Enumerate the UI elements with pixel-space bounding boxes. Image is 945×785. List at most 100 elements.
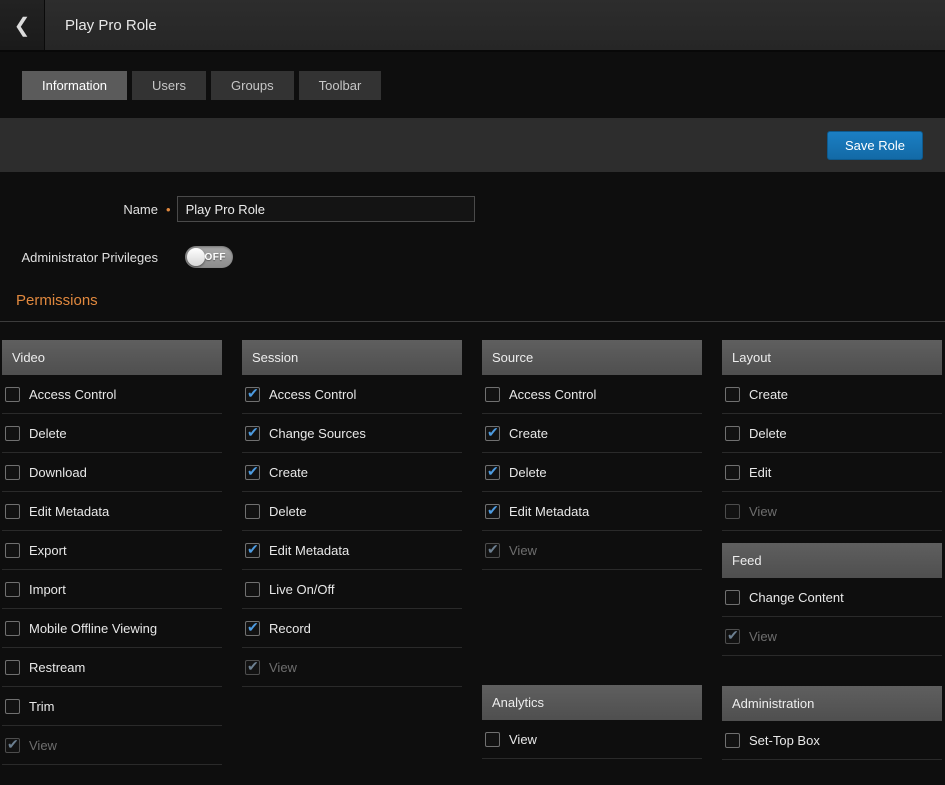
permission-label: Trim bbox=[29, 699, 55, 714]
divider bbox=[0, 321, 945, 322]
checkbox-session-record[interactable] bbox=[245, 621, 260, 636]
checkbox-source-delete[interactable] bbox=[485, 465, 500, 480]
permission-row-layout-create[interactable]: Create bbox=[722, 375, 942, 414]
checkbox-video-import[interactable] bbox=[5, 582, 20, 597]
group-header-feed: Feed bbox=[722, 543, 942, 578]
checkbox-video-export[interactable] bbox=[5, 543, 20, 558]
permission-row-session-record[interactable]: Record bbox=[242, 609, 462, 648]
name-label: Name bbox=[0, 202, 158, 217]
permission-row-source-create[interactable]: Create bbox=[482, 414, 702, 453]
checkbox-layout-create[interactable] bbox=[725, 387, 740, 402]
save-role-button[interactable]: Save Role bbox=[827, 131, 923, 160]
permission-group-session: Session Access Control Change Sources Creat… bbox=[242, 340, 462, 687]
checkbox-source-edit-metadata[interactable] bbox=[485, 504, 500, 519]
group-header-layout: Layout bbox=[722, 340, 942, 375]
permission-row-feed-change-content[interactable]: Change Content bbox=[722, 578, 942, 617]
permission-row-analytics-view[interactable]: View bbox=[482, 720, 702, 759]
checkbox-feed-change-content[interactable] bbox=[725, 590, 740, 605]
checkbox-analytics-view[interactable] bbox=[485, 732, 500, 747]
checkbox-administration-set-top-box[interactable] bbox=[725, 733, 740, 748]
permission-row-session-create[interactable]: Create bbox=[242, 453, 462, 492]
permission-row-video-mobile-offline-viewing[interactable]: Mobile Offline Viewing bbox=[2, 609, 222, 648]
permission-label: View bbox=[749, 504, 777, 519]
permissions-column-3: Source Access Control CreateDelete Edit Met… bbox=[482, 340, 702, 759]
checkbox-layout-delete[interactable] bbox=[725, 426, 740, 441]
permission-row-session-view: View bbox=[242, 648, 462, 687]
back-button[interactable]: ❮ bbox=[0, 0, 45, 50]
permission-row-video-import[interactable]: Import bbox=[2, 570, 222, 609]
checkbox-video-download[interactable] bbox=[5, 465, 20, 480]
checkbox-source-create[interactable] bbox=[485, 426, 500, 441]
permission-row-layout-edit[interactable]: Edit bbox=[722, 453, 942, 492]
group-header-session: Session bbox=[242, 340, 462, 375]
permission-label: Access Control bbox=[29, 387, 116, 402]
permission-label: Access Control bbox=[269, 387, 356, 402]
action-band: Save Role bbox=[0, 118, 945, 172]
permission-label: Export bbox=[29, 543, 67, 558]
checkbox-video-trim[interactable] bbox=[5, 699, 20, 714]
checkbox-session-edit-metadata[interactable] bbox=[245, 543, 260, 558]
permission-row-video-access-control[interactable]: Access Control bbox=[2, 375, 222, 414]
name-input[interactable] bbox=[177, 196, 475, 222]
permission-row-video-view: View bbox=[2, 726, 222, 765]
permission-label: Create bbox=[269, 465, 308, 480]
permission-row-session-delete[interactable]: Delete bbox=[242, 492, 462, 531]
permission-group-source: Source Access Control CreateDelete Edit Met… bbox=[482, 340, 702, 570]
checkbox-video-mobile-offline-viewing[interactable] bbox=[5, 621, 20, 636]
permission-row-session-edit-metadata[interactable]: Edit Metadata bbox=[242, 531, 462, 570]
admin-privileges-label: Administrator Privileges bbox=[0, 250, 158, 265]
checkbox-feed-view bbox=[725, 629, 740, 644]
permission-label: View bbox=[509, 543, 537, 558]
permission-label: Mobile Offline Viewing bbox=[29, 621, 157, 636]
permission-row-video-trim[interactable]: Trim bbox=[2, 687, 222, 726]
permission-label: Access Control bbox=[509, 387, 596, 402]
permission-group-feed: FeedChange Content View bbox=[722, 543, 942, 656]
tab-groups[interactable]: Groups bbox=[211, 71, 294, 100]
permission-label: Set-Top Box bbox=[749, 733, 820, 748]
checkbox-session-create[interactable] bbox=[245, 465, 260, 480]
permission-row-source-delete[interactable]: Delete bbox=[482, 453, 702, 492]
permissions-columns: VideoAccess ControlDeleteDownloadEdit Me… bbox=[2, 340, 945, 765]
permissions-heading: Permissions bbox=[16, 292, 945, 309]
permissions-column-1: VideoAccess ControlDeleteDownloadEdit Me… bbox=[2, 340, 222, 765]
permission-row-layout-delete[interactable]: Delete bbox=[722, 414, 942, 453]
permission-row-session-change-sources[interactable]: Change Sources bbox=[242, 414, 462, 453]
permission-row-video-download[interactable]: Download bbox=[2, 453, 222, 492]
permission-row-video-restream[interactable]: Restream bbox=[2, 648, 222, 687]
permission-label: View bbox=[749, 629, 777, 644]
checkbox-video-access-control[interactable] bbox=[5, 387, 20, 402]
permission-label: Edit Metadata bbox=[509, 504, 589, 519]
checkbox-session-view bbox=[245, 660, 260, 675]
permission-label: View bbox=[269, 660, 297, 675]
checkbox-session-change-sources[interactable] bbox=[245, 426, 260, 441]
tab-information[interactable]: Information bbox=[22, 71, 127, 100]
group-header-source: Source bbox=[482, 340, 702, 375]
permission-row-video-export[interactable]: Export bbox=[2, 531, 222, 570]
checkbox-video-restream[interactable] bbox=[5, 660, 20, 675]
tab-toolbar[interactable]: Toolbar bbox=[299, 71, 382, 100]
permission-row-administration-set-top-box[interactable]: Set-Top Box bbox=[722, 721, 942, 760]
admin-privileges-toggle[interactable]: OFF bbox=[185, 246, 233, 268]
permission-row-session-live-on-off[interactable]: Live On/Off bbox=[242, 570, 462, 609]
checkbox-source-access-control[interactable] bbox=[485, 387, 500, 402]
checkbox-layout-view bbox=[725, 504, 740, 519]
checkbox-session-delete[interactable] bbox=[245, 504, 260, 519]
checkbox-source-view bbox=[485, 543, 500, 558]
permissions-column-2: Session Access Control Change Sources Creat… bbox=[242, 340, 462, 687]
permission-row-source-access-control[interactable]: Access Control bbox=[482, 375, 702, 414]
permission-row-source-edit-metadata[interactable]: Edit Metadata bbox=[482, 492, 702, 531]
tab-users[interactable]: Users bbox=[132, 71, 206, 100]
required-marker: • bbox=[166, 202, 171, 217]
checkbox-layout-edit[interactable] bbox=[725, 465, 740, 480]
checkbox-video-edit-metadata[interactable] bbox=[5, 504, 20, 519]
permission-group-layout: LayoutCreateDeleteEdit View bbox=[722, 340, 942, 531]
checkbox-session-access-control[interactable] bbox=[245, 387, 260, 402]
permission-row-video-delete[interactable]: Delete bbox=[2, 414, 222, 453]
permission-row-video-edit-metadata[interactable]: Edit Metadata bbox=[2, 492, 222, 531]
page-title: Play Pro Role bbox=[45, 0, 157, 50]
checkbox-session-live-on-off[interactable] bbox=[245, 582, 260, 597]
permission-row-session-access-control[interactable]: Access Control bbox=[242, 375, 462, 414]
permission-label: Edit Metadata bbox=[29, 504, 109, 519]
checkbox-video-delete[interactable] bbox=[5, 426, 20, 441]
permission-row-feed-view: View bbox=[722, 617, 942, 656]
